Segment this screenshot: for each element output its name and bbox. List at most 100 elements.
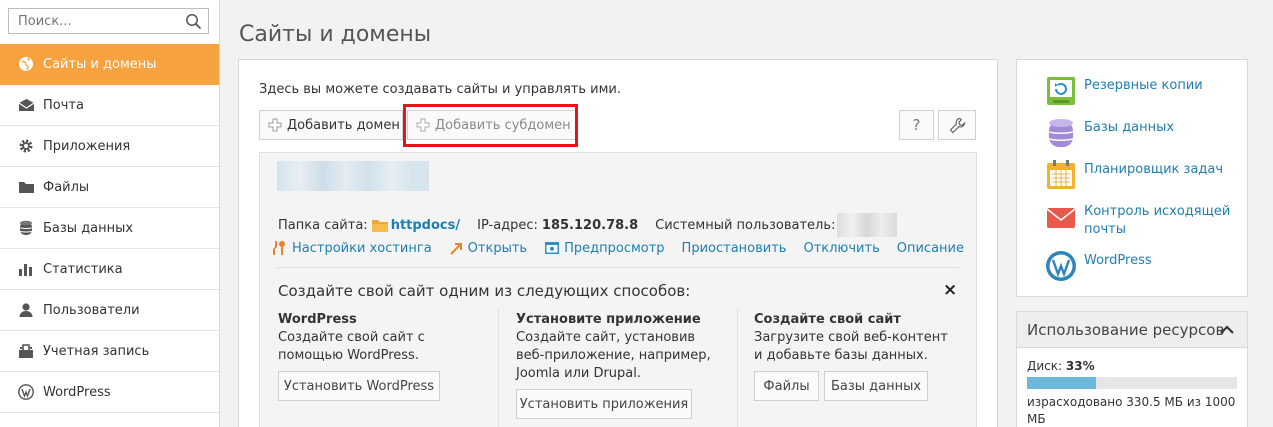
sidebar-item-files[interactable]: Файлы xyxy=(0,167,219,208)
sidebar: Сайты и домены Почта Приложения Файлы Ба… xyxy=(0,0,220,427)
files-button[interactable]: Файлы xyxy=(754,371,819,401)
wrench-icon xyxy=(949,117,965,133)
install-wordpress-button[interactable]: Установить WordPress xyxy=(278,371,440,401)
sysuser-label: Системный пользователь: xyxy=(655,217,836,233)
databases-link[interactable]: Базы данных xyxy=(1045,117,1234,149)
backup-icon xyxy=(1047,77,1075,105)
sysuser-blurred xyxy=(837,213,898,237)
preview-icon xyxy=(545,242,560,254)
outgoing-mail-link[interactable]: Контроль исходящей почты xyxy=(1045,201,1234,239)
domain-name-blurred[interactable] xyxy=(277,161,429,191)
add-domain-label: Добавить домен xyxy=(287,117,400,133)
folder-icon xyxy=(371,219,388,232)
create-site-title: Создайте свой сайт одним из следующих сп… xyxy=(278,282,691,300)
search-icon[interactable] xyxy=(185,13,202,30)
divider xyxy=(277,267,959,268)
ip-value: 185.120.78.8 xyxy=(541,217,639,233)
action-label: Открыть xyxy=(467,240,528,256)
quick-link-label: Планировщик задач xyxy=(1084,162,1224,177)
folder-label: Папка сайта: xyxy=(278,217,368,233)
quick-link-label: Резервные копии xyxy=(1084,78,1203,93)
sidebar-item-wordpress[interactable]: WordPress xyxy=(0,372,219,413)
action-label: Приостановить xyxy=(681,240,787,256)
mail-icon xyxy=(1046,208,1076,228)
wordpress-link[interactable]: WordPress xyxy=(1045,250,1234,282)
hosting-settings-icon xyxy=(273,241,285,255)
account-icon xyxy=(17,342,35,360)
open-link[interactable]: Открыть xyxy=(449,240,527,256)
action-label: Настройки хостинга xyxy=(292,240,432,256)
option-title: Создайте свой сайт xyxy=(754,312,901,327)
preview-link[interactable]: Предпросмотр xyxy=(544,240,665,256)
help-button[interactable]: ? xyxy=(899,110,934,140)
sidebar-item-account[interactable]: Учетная запись xyxy=(0,331,219,372)
main-panel: Здесь вы можете создавать сайты и управл… xyxy=(238,59,998,427)
resource-usage-header[interactable]: Использование ресурсов xyxy=(1017,312,1247,348)
ip-label: IP-адрес: xyxy=(477,217,538,233)
domain-actions: Настройки хостинга Открыть Предпросмотр … xyxy=(272,240,981,256)
option-wordpress: WordPress Создайте свой сайт с помощью W… xyxy=(278,311,498,365)
resource-usage-title: Использование ресурсов xyxy=(1027,320,1225,339)
sidebar-item-label: Учетная запись xyxy=(43,343,150,359)
sidebar-nav: Сайты и домены Почта Приложения Файлы Ба… xyxy=(0,44,219,413)
folder-link[interactable]: httpdocs/ xyxy=(391,218,460,233)
bar-chart-icon xyxy=(17,260,35,278)
option-text: Создайте сайт, установив веб-приложение,… xyxy=(516,330,711,381)
plus-icon xyxy=(268,118,282,132)
install-apps-button[interactable]: Установить приложения xyxy=(516,389,692,419)
action-label: Предпросмотр xyxy=(564,240,665,256)
sidebar-item-label: Приложения xyxy=(43,138,131,154)
folder-icon xyxy=(17,178,35,196)
page-title: Сайты и домены xyxy=(239,22,432,47)
backup-link[interactable]: Резервные копии xyxy=(1045,75,1234,107)
globe-icon xyxy=(17,55,35,73)
suspend-link[interactable]: Приостановить xyxy=(682,240,787,256)
option-title: Установите приложение xyxy=(516,312,701,327)
search-box[interactable] xyxy=(8,8,209,34)
intro-text: Здесь вы можете создавать сайты и управл… xyxy=(259,82,621,97)
quick-links-panel: Резервные копии Базы данных Планировщик … xyxy=(1016,59,1248,297)
chevron-up-icon[interactable] xyxy=(1219,322,1235,338)
disk-used-text: израсходовано 330.5 МБ из 1000 МБ xyxy=(1027,395,1236,426)
sidebar-item-label: Базы данных xyxy=(43,220,134,236)
option-title: WordPress xyxy=(278,312,357,327)
disk-usage-label: Диск: 33% xyxy=(1027,359,1095,373)
sidebar-item-statistics[interactable]: Статистика xyxy=(0,249,219,290)
sidebar-item-label: Сайты и домены xyxy=(43,56,157,72)
envelope-icon xyxy=(17,96,35,114)
resource-usage-panel: Использование ресурсов Диск: 33% израсхо… xyxy=(1016,311,1248,427)
task-scheduler-link[interactable]: Планировщик задач xyxy=(1045,159,1234,191)
tools-button[interactable] xyxy=(938,110,976,140)
column-separator xyxy=(737,309,738,427)
wordpress-icon xyxy=(17,383,35,401)
disk-percent: 33% xyxy=(1065,359,1095,373)
gear-icon xyxy=(17,137,35,155)
quick-link-label: Базы данных xyxy=(1084,120,1175,135)
sidebar-item-label: Файлы xyxy=(43,179,90,195)
sidebar-item-databases[interactable]: Базы данных xyxy=(0,208,219,249)
open-icon xyxy=(449,242,462,255)
highlight-box xyxy=(403,104,578,147)
sidebar-item-users[interactable]: Пользователи xyxy=(0,290,219,331)
databases-button[interactable]: Базы данных xyxy=(824,371,928,401)
sidebar-item-label: WordPress xyxy=(43,384,111,400)
sidebar-item-label: Почта xyxy=(43,97,84,113)
database-icon xyxy=(1048,119,1074,147)
disk-progress-bar xyxy=(1027,377,1237,389)
close-icon[interactable]: × xyxy=(943,280,957,300)
description-link[interactable]: Описание xyxy=(897,240,964,256)
action-label: Описание xyxy=(896,240,964,256)
sidebar-item-mail[interactable]: Почта xyxy=(0,85,219,126)
disable-link[interactable]: Отключить xyxy=(803,240,879,256)
domain-info-line: Папка сайта: httpdocs/ IP-адрес: 185.120… xyxy=(278,213,898,237)
sidebar-item-apps[interactable]: Приложения xyxy=(0,126,219,167)
sidebar-item-sites-domains[interactable]: Сайты и домены xyxy=(0,44,219,85)
quick-link-label: WordPress xyxy=(1084,253,1152,268)
search-input[interactable] xyxy=(9,9,179,33)
option-text: Загрузите свой веб-контент и добавьте ба… xyxy=(754,330,948,363)
add-domain-button[interactable]: Добавить домен xyxy=(259,110,403,140)
hosting-settings-link[interactable]: Настройки хостинга xyxy=(272,240,432,256)
action-label: Отключить xyxy=(803,240,880,256)
disk-label: Диск: xyxy=(1027,359,1063,373)
option-create-site: Создайте свой сайт Загрузите свой веб-ко… xyxy=(754,311,974,365)
